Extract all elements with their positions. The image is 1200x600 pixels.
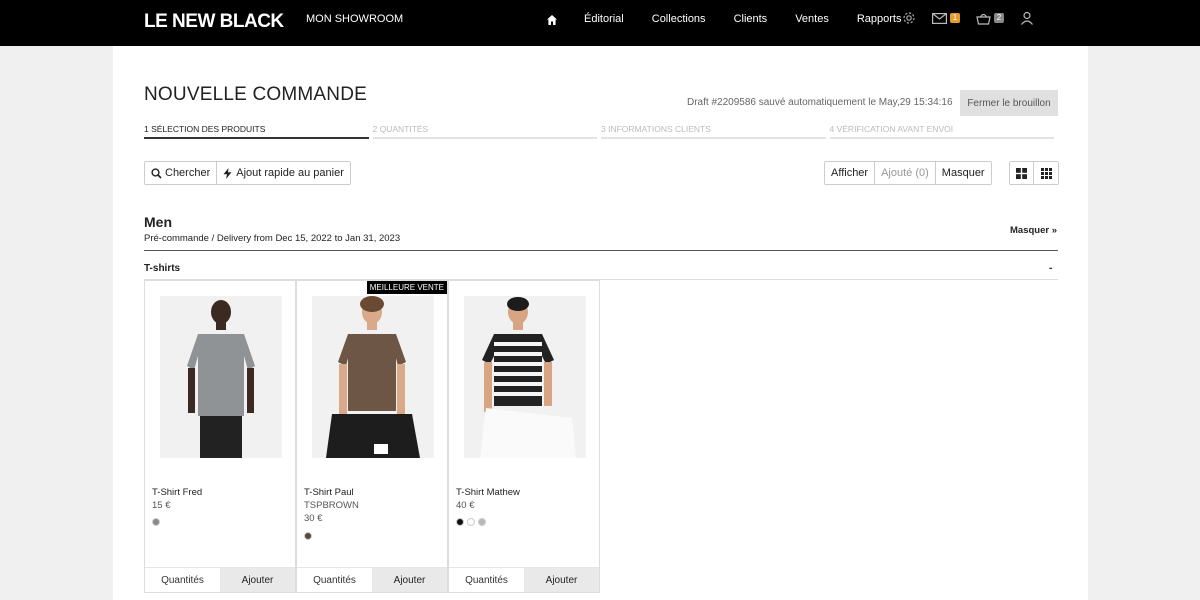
color-swatch[interactable] — [456, 518, 464, 526]
search-button[interactable]: Chercher — [145, 162, 218, 184]
quantity-button[interactable]: Quantités — [145, 568, 220, 592]
brand-logo[interactable]: LE NEW BLACK — [144, 11, 284, 33]
show-button[interactable]: Afficher — [825, 162, 876, 184]
color-swatch[interactable] — [152, 518, 160, 526]
card-actions: Quantités Ajouter — [145, 567, 295, 592]
category-title: T-shirts — [144, 263, 181, 274]
color-swatch[interactable] — [478, 518, 486, 526]
step-quantities[interactable]: 2 QUANTITÉS — [372, 124, 597, 139]
section-title: Men — [144, 214, 172, 230]
product-card-fred[interactable]: T-Shirt Fred 15 € Quantités Ajouter — [144, 280, 296, 593]
small-grid-view-button[interactable] — [1034, 162, 1058, 184]
draft-autosave-status: Draft #2209586 sauvé automatiquement le … — [687, 97, 953, 108]
product-name: T-Shirt Mathew — [456, 487, 520, 498]
color-swatch[interactable] — [467, 518, 475, 526]
step-client-info[interactable]: 3 INFORMATIONS CLIENTS — [601, 124, 826, 139]
card-actions: Quantités Ajouter — [297, 567, 447, 592]
product-price: 40 € — [456, 500, 475, 511]
order-steps: 1 SÉLECTION DES PRODUITS 2 QUANTITÉS 3 I… — [144, 124, 1058, 139]
top-navbar: LE NEW BLACK MON SHOWROOM Éditorial Coll… — [0, 0, 1200, 46]
step-verification[interactable]: 4 VÉRIFICATION AVANT ENVOI — [829, 124, 1054, 139]
delivery-window: Pré-commande / Delivery from Dec 15, 202… — [144, 233, 401, 244]
large-grid-icon — [1016, 167, 1027, 179]
home-icon[interactable] — [546, 13, 558, 25]
color-swatches — [304, 532, 315, 540]
add-to-cart-button[interactable]: Ajouter — [220, 568, 295, 592]
hide-section-link[interactable]: Masquer » — [1010, 225, 1057, 236]
close-draft-button[interactable]: Fermer le brouillon — [960, 90, 1058, 116]
product-price: 15 € — [152, 500, 171, 511]
add-to-cart-button[interactable]: Ajouter — [372, 568, 447, 592]
search-button-label: Chercher — [165, 167, 211, 179]
product-photo-mathew[interactable] — [464, 296, 586, 458]
product-photo-fred[interactable] — [160, 296, 282, 458]
showroom-link[interactable]: MON SHOWROOM — [306, 13, 403, 25]
card-actions: Quantités Ajouter — [449, 567, 599, 592]
nav-link-collections[interactable]: Collections — [652, 13, 706, 25]
quantity-button[interactable]: Quantités — [297, 568, 372, 592]
search-icon — [151, 167, 162, 179]
color-swatch[interactable] — [304, 532, 312, 540]
nav-link-clients[interactable]: Clients — [734, 13, 768, 25]
product-reference: TSPBROWN — [304, 500, 359, 511]
quick-add-button[interactable]: Ajout rapide au panier — [217, 162, 350, 184]
mail-button[interactable]: 1 — [932, 12, 960, 24]
product-name: T-Shirt Paul — [304, 487, 354, 498]
lightning-icon — [223, 167, 232, 179]
order-panel: NOUVELLE COMMANDE Draft #2209586 sauvé a… — [113, 46, 1088, 600]
product-price: 30 € — [304, 513, 323, 524]
shirt-shape — [338, 334, 406, 411]
color-swatches — [152, 518, 163, 526]
product-photo-paul[interactable] — [312, 296, 434, 458]
page-title: NOUVELLE COMMANDE — [144, 84, 367, 105]
category-collapse-toggle[interactable]: - — [1049, 263, 1052, 274]
mail-icon — [932, 12, 947, 24]
mail-count-badge: 1 — [950, 13, 960, 23]
bestseller-badge: MEILLEURE VENTE — [366, 281, 447, 294]
hide-button[interactable]: Masquer — [935, 162, 991, 184]
user-account-icon[interactable] — [1020, 11, 1034, 25]
product-card-mathew[interactable]: T-Shirt Mathew 40 € Quantités Ajouter — [448, 280, 600, 593]
nav-link-editorial[interactable]: Éditorial — [584, 13, 624, 25]
quantity-button[interactable]: Quantités — [449, 568, 524, 592]
filter-toolbar: Afficher Ajouté (0) Masquer — [824, 161, 992, 185]
large-grid-view-button[interactable] — [1010, 162, 1034, 184]
nav-icons: 1 2 — [902, 11, 1050, 25]
small-grid-icon — [1040, 167, 1052, 179]
add-to-cart-button[interactable]: Ajouter — [524, 568, 599, 592]
nav-link-ventes[interactable]: Ventes — [795, 13, 829, 25]
main-nav: Éditorial Collections Clients Ventes Rap… — [546, 12, 929, 26]
quick-add-label: Ajout rapide au panier — [236, 167, 344, 179]
product-name: T-Shirt Fred — [152, 487, 203, 498]
shopping-basket-icon — [976, 13, 991, 25]
section-divider — [144, 250, 1058, 251]
settings-gear-icon[interactable] — [902, 11, 916, 25]
view-toggle — [1009, 161, 1059, 185]
step-product-selection[interactable]: 1 SÉLECTION DES PRODUITS — [144, 124, 369, 139]
cart-count-badge: 2 — [994, 13, 1004, 23]
nav-link-rapports[interactable]: Rapports — [857, 13, 902, 25]
cart-button[interactable]: 2 — [976, 12, 1004, 25]
added-filter-button[interactable]: Ajouté (0) — [875, 162, 936, 184]
product-card-paul[interactable]: MEILLEURE VENTE T-Shirt Paul TSPBROWN 30… — [296, 280, 448, 593]
search-toolbar: Chercher Ajout rapide au panier — [144, 161, 351, 185]
color-swatches — [456, 518, 489, 526]
